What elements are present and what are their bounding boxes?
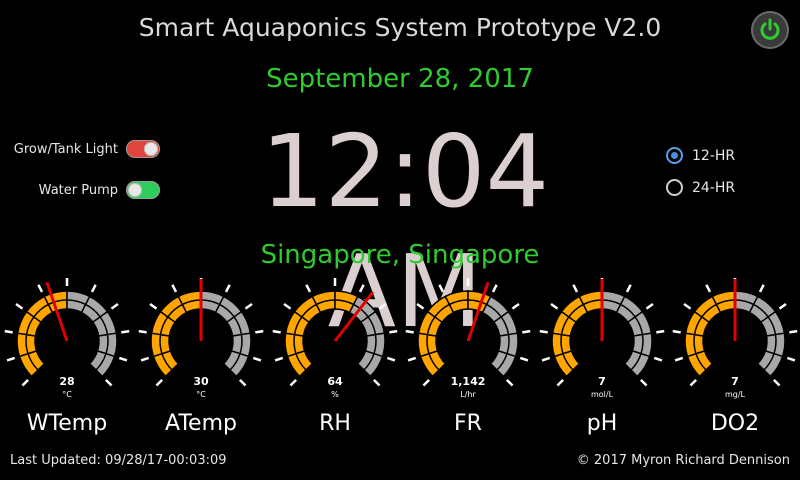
gauge-tick xyxy=(511,302,520,310)
gauge-unit: mg/L xyxy=(724,390,746,399)
gauge-value: 7 xyxy=(598,375,606,388)
gauge-tick xyxy=(656,329,665,334)
gauge-fr: 1,142 L/hr FR xyxy=(403,268,533,438)
gauge-tick xyxy=(572,284,579,293)
radio-button-24hr[interactable] xyxy=(666,179,683,196)
gauge-label: pH xyxy=(586,411,618,436)
gauge-tick xyxy=(539,329,548,334)
radio-24hr[interactable]: 24-HR xyxy=(666,179,735,196)
gauge-unit: mol/L xyxy=(590,390,614,399)
gauge-tick xyxy=(672,329,681,334)
gauge-tick xyxy=(272,329,281,334)
gauge-wtemp: 28 °C WTemp xyxy=(2,268,132,438)
radio-24hr-label: 24-HR xyxy=(692,179,736,196)
gauge-tick xyxy=(171,284,178,293)
gauge-value: 7 xyxy=(731,375,739,388)
gauge-tick xyxy=(645,302,654,310)
power-icon xyxy=(760,18,780,40)
gauge-tick xyxy=(386,356,396,362)
radio-button-12hr[interactable] xyxy=(666,147,683,164)
gauge-tick xyxy=(416,302,425,310)
gauge-tick xyxy=(407,356,417,362)
gauge-tick xyxy=(519,356,529,362)
gauge-do2: 7 mg/L DO2 xyxy=(670,268,800,438)
gauge-rh: 64% RH xyxy=(270,268,400,438)
gauge-label: RH xyxy=(319,411,351,436)
gauge-unit: °C xyxy=(196,390,206,399)
grow-tank-light-label: Grow/Tank Light xyxy=(13,141,118,157)
gauge-label: ATemp xyxy=(165,411,237,436)
water-pump-row: Water Pump xyxy=(0,181,160,199)
gauge-tick xyxy=(110,302,119,310)
gauge-tick xyxy=(405,329,414,334)
gauge-tick xyxy=(522,329,531,334)
copyright: © 2017 Myron Richard Dennison xyxy=(576,453,790,468)
gauge-tick xyxy=(625,284,632,293)
gauge-tick xyxy=(358,284,365,293)
gauge-tick xyxy=(252,356,262,362)
gauge-value: 30 xyxy=(193,375,209,388)
gauge-label: WTemp xyxy=(26,411,108,436)
gauge-tick xyxy=(118,356,128,362)
gauge-tick xyxy=(121,329,130,334)
gauge-ph: 7 mol/L pH xyxy=(537,268,667,438)
gauge-tick xyxy=(389,329,398,334)
last-updated: Last Updated: 09/28/17-00:03:09 xyxy=(10,453,227,468)
radio-12hr-label: 12-HR xyxy=(692,147,736,164)
gauge-tick xyxy=(255,329,264,334)
gauge-tick xyxy=(491,284,498,293)
gauge-tick xyxy=(244,302,253,310)
gauge-unit: L/hr xyxy=(460,390,476,399)
gauge-tick xyxy=(778,302,787,310)
gauge-tick xyxy=(674,356,684,362)
radio-selected-dot xyxy=(671,152,678,159)
gauge-atemp: 30 °C ATemp xyxy=(136,268,266,438)
grow-tank-light-toggle[interactable] xyxy=(126,140,160,158)
gauge-tick xyxy=(274,356,284,362)
gauge-tick xyxy=(305,284,312,293)
gauge-value: 1,142 xyxy=(450,375,486,388)
page-title: Smart Aquaponics System Prototype V2.0 xyxy=(138,13,662,42)
gauge-tick xyxy=(138,329,147,334)
gauge-tick xyxy=(550,302,559,310)
gauge-tick xyxy=(6,356,16,362)
gauge-tick xyxy=(786,356,796,362)
radio-12hr[interactable]: 12-HR xyxy=(666,147,735,164)
gauge-tick xyxy=(653,356,663,362)
gauge-tick xyxy=(758,284,765,293)
gauge-tick xyxy=(789,329,798,334)
current-date: September 28, 2017 xyxy=(266,64,534,94)
gauge-unit: °C xyxy=(62,390,72,399)
gauge-tick xyxy=(705,284,712,293)
gauge-tick xyxy=(541,356,551,362)
gauge-tick xyxy=(283,302,292,310)
toggle-knob xyxy=(144,142,158,156)
gauge-tick xyxy=(4,329,13,334)
grow-tank-light-row: Grow/Tank Light xyxy=(0,140,160,158)
gauge-tick xyxy=(37,284,44,293)
gauge-label: FR xyxy=(454,411,482,436)
gauge-label: DO2 xyxy=(710,411,760,436)
toggle-knob xyxy=(128,183,142,197)
gauge-tick xyxy=(378,302,387,310)
gauge-tick xyxy=(149,302,158,310)
gauge-tick xyxy=(140,356,150,362)
power-button[interactable] xyxy=(751,11,789,49)
gauge-tick xyxy=(224,284,231,293)
water-pump-toggle[interactable] xyxy=(126,181,160,199)
gauge-value: 64 xyxy=(327,375,343,388)
location-label: Singapore, Singapore xyxy=(260,240,540,270)
gauge-tick xyxy=(683,302,692,310)
gauge-value: 28 xyxy=(59,375,75,388)
gauge-unit: % xyxy=(331,390,339,399)
gauge-tick xyxy=(438,284,445,293)
gauge-tick xyxy=(90,284,97,293)
water-pump-label: Water Pump xyxy=(38,182,118,198)
gauge-tick xyxy=(15,302,24,310)
